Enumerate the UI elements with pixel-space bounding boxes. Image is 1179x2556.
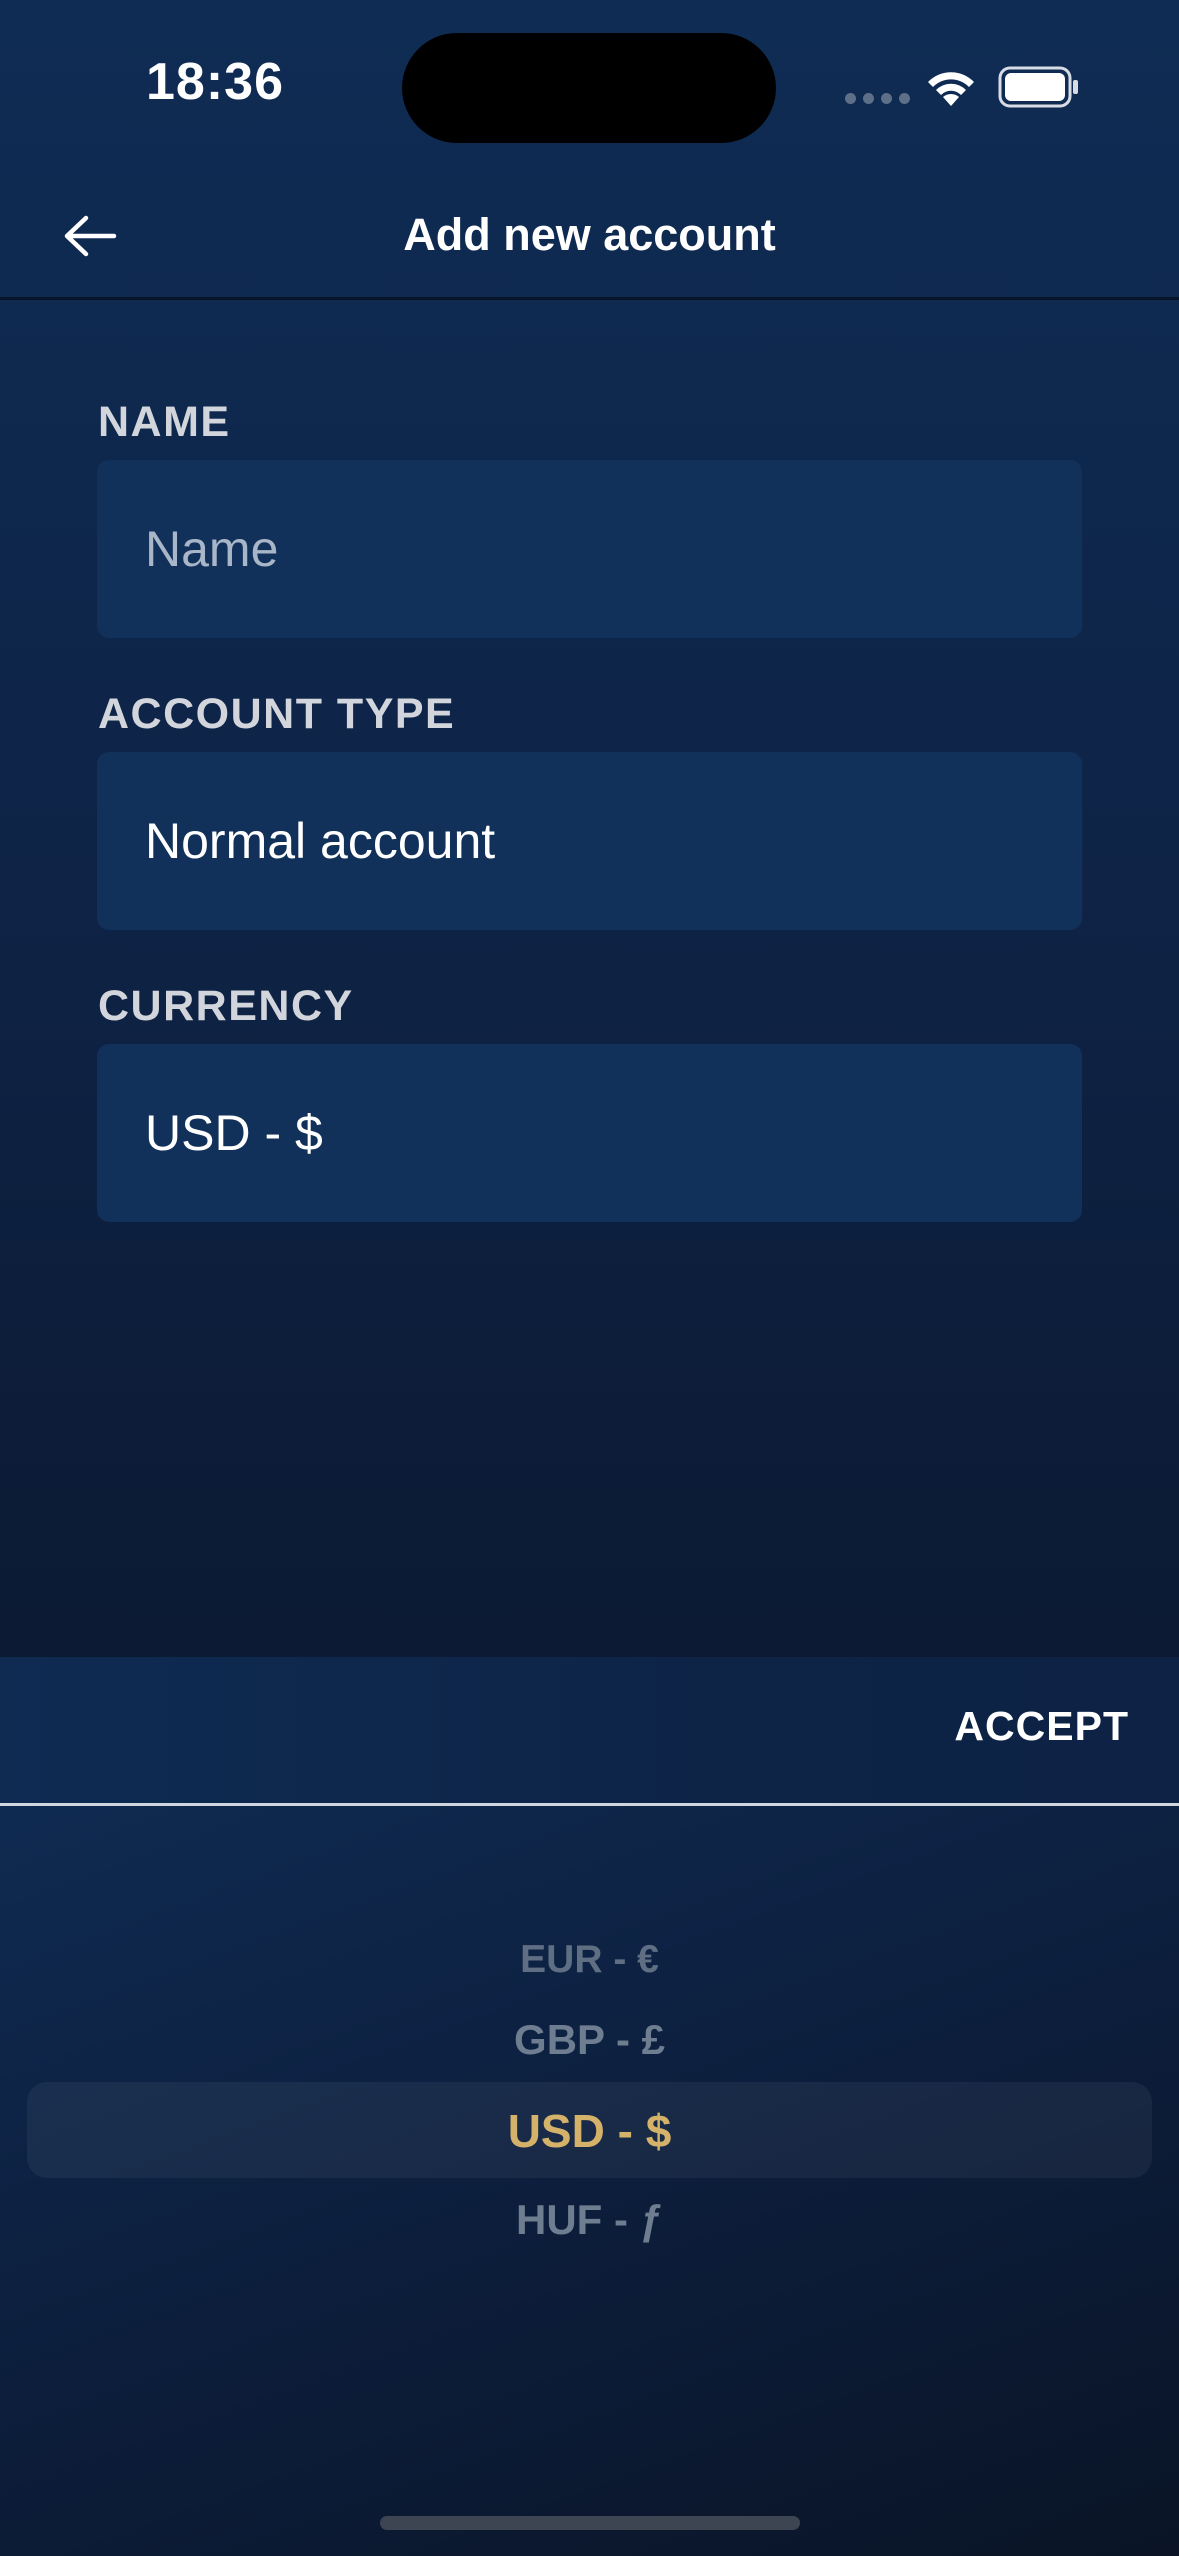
accept-button[interactable]: ACCEPT	[954, 1703, 1129, 1750]
picker-option-usd-selected[interactable]: USD - $	[0, 2104, 1179, 2158]
currency-field[interactable]: USD - $	[97, 1044, 1082, 1222]
status-time: 18:36	[146, 53, 284, 111]
picker-option-huf[interactable]: HUF - ƒ	[0, 2196, 1179, 2244]
currency-label: CURRENCY	[98, 982, 354, 1030]
page-title: Add new account	[403, 209, 776, 260]
dynamic-island	[402, 33, 776, 143]
wifi-icon	[928, 72, 974, 106]
name-field[interactable]	[97, 460, 1082, 638]
account-type-label: ACCOUNT TYPE	[98, 690, 456, 738]
battery-icon	[998, 66, 1078, 108]
account-type-value: Normal account	[145, 813, 496, 869]
cellular-signal-icon	[845, 93, 910, 104]
picker-option-eur[interactable]: EUR - €	[0, 1938, 1179, 1982]
name-input[interactable]	[145, 520, 1082, 578]
picker-toolbar: ACCEPT	[0, 1657, 1179, 1806]
currency-picker[interactable]: EUR - € GBP - £ USD - $ HUF - ƒ	[0, 1806, 1179, 2556]
home-indicator	[380, 2516, 800, 2530]
name-label: NAME	[98, 398, 231, 446]
currency-value: USD - $	[145, 1105, 323, 1161]
status-bar: 18:36	[0, 0, 1179, 175]
app-header: Add new account	[0, 175, 1179, 300]
picker-option-gbp[interactable]: GBP - £	[0, 2016, 1179, 2064]
account-type-field[interactable]: Normal account	[97, 752, 1082, 930]
